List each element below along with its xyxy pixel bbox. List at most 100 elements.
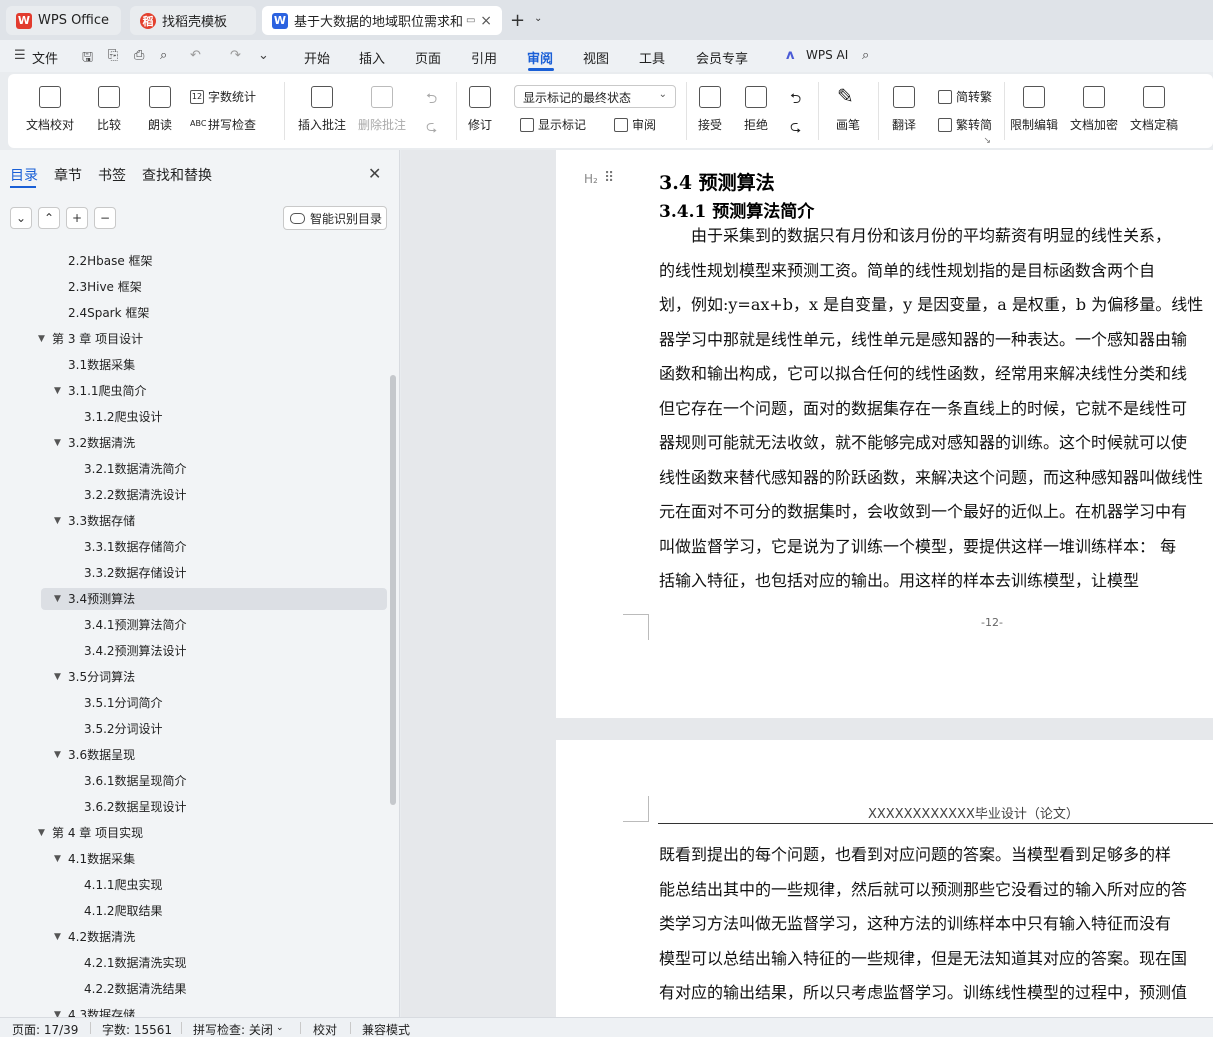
finalize-button[interactable]: 文档定稿 xyxy=(1130,86,1178,133)
toc-item[interactable]: 4.1.2爬取结果 xyxy=(0,900,390,922)
next-comment-icon[interactable]: ⮎ xyxy=(426,116,437,140)
toc-item[interactable]: ▼ 4.3数据存储 xyxy=(0,1004,390,1017)
text-line[interactable]: 既看到提出的每个问题，也看到对应问题的答案。当模型看到足够多的样 xyxy=(659,841,1171,865)
toc-item[interactable]: ▼ 4.2数据清洗 xyxy=(0,926,390,948)
expand-caret-icon[interactable]: ▼ xyxy=(54,380,61,402)
close-pane-icon[interactable]: ✕ xyxy=(368,164,381,183)
monitor-icon[interactable]: ▭ xyxy=(466,15,475,26)
text-line[interactable]: 函数和输出构成，它可以拟合任何的线性函数，经常用来解决线性分类和线 xyxy=(659,360,1187,384)
to-traditional-button[interactable]: 简转繁 xyxy=(938,88,992,105)
menu-member[interactable]: 会员专享 xyxy=(696,48,748,67)
toc-item[interactable]: 2.2Hbase 框架 xyxy=(0,250,390,272)
toc-item[interactable]: ▼ 第 4 章 项目实现 xyxy=(0,822,390,844)
expand-caret-icon[interactable]: ▼ xyxy=(38,328,45,350)
restrict-edit-button[interactable]: 限制编辑 xyxy=(1010,86,1058,133)
redo-icon[interactable]: ↷ xyxy=(230,48,241,63)
toc-item[interactable]: ▼ 3.3数据存储 xyxy=(0,510,390,532)
text-line[interactable]: 括输入特征，也包括对应的输出。用这样的样本去训练模型，让模型 xyxy=(659,567,1139,591)
print-icon[interactable]: ⎙ xyxy=(134,48,144,63)
text-line[interactable]: 的线性规划模型来预测工资。简单的线性规划指的是目标函数含两个自 xyxy=(659,257,1155,281)
tab-wps-office[interactable]: W WPS Office xyxy=(6,6,121,35)
menu-file[interactable]: 文件 xyxy=(32,48,58,67)
toc-item[interactable]: 2.3Hive 框架 xyxy=(0,276,390,298)
status-page[interactable]: 页面: 17/39 xyxy=(12,1021,78,1037)
print-preview-icon[interactable]: ⌕ xyxy=(160,48,167,63)
text-line[interactable]: 元在面对不可分的数据集时，会收敛到一个最好的近似上。在机器学习中有 xyxy=(659,498,1187,522)
new-tab-icon[interactable]: + xyxy=(510,10,525,31)
text-line[interactable]: 能总结出其中的一些规律，然后就可以预测那些它没看过的输入所对应的答 xyxy=(659,876,1187,900)
text-line[interactable]: 划，例如:y=ax+b，x 是自变量，y 是因变量，a 是权重，b 为偏移量。线… xyxy=(659,291,1203,315)
remove-level-icon[interactable]: − xyxy=(94,207,116,229)
compare-button[interactable]: 比较 xyxy=(97,86,121,133)
tab-template[interactable]: 稻 找稻壳模板 xyxy=(130,6,256,35)
collapse-up-icon[interactable]: ⌃ xyxy=(38,207,60,229)
toc-item[interactable]: 3.5.1分词简介 xyxy=(0,692,390,714)
to-simplified-button[interactable]: 繁转简 xyxy=(938,116,992,133)
show-markup-button[interactable]: 显示标记 xyxy=(520,116,586,133)
text-line[interactable]: 线性函数来替代感知器的阶跃函数，来解决这个问题，而这种感知器叫做线性 xyxy=(659,464,1203,488)
text-line[interactable]: 类学习方法叫做无监督学习，这种方法的训练样本中只有输入特征而没有 xyxy=(659,910,1171,934)
text-line[interactable]: 器学习中那就是线性单元，线性单元是感知器的一种表达。一个感知器由输 xyxy=(659,326,1187,350)
menu-tools[interactable]: 工具 xyxy=(639,48,665,67)
tab-find-replace[interactable]: 查找和替换 xyxy=(142,165,212,185)
expand-caret-icon[interactable]: ▼ xyxy=(54,848,61,870)
toc-item[interactable]: 3.3.2数据存储设计 xyxy=(0,562,390,584)
text-line[interactable]: 由于采集到的数据只有月份和该月份的平均薪资有明显的线性关系， xyxy=(659,222,1171,246)
toc-item[interactable]: 2.4Spark 框架 xyxy=(0,302,390,324)
toc-item[interactable]: 3.1数据采集 xyxy=(0,354,390,376)
toc-item[interactable]: 3.2.2数据清洗设计 xyxy=(0,484,390,506)
translate-button[interactable]: 翻译 xyxy=(892,86,916,133)
text-line[interactable]: 有对应的输出结果，所以只考虑监督学习。训练线性模型的过程中，预测值 xyxy=(659,979,1187,1003)
section-heading[interactable]: 3.4 预测算法 xyxy=(659,168,775,195)
read-aloud-button[interactable]: 朗读 xyxy=(148,86,172,133)
expand-caret-icon[interactable]: ▼ xyxy=(54,666,61,688)
doc-check-button[interactable]: 文档校对 xyxy=(26,86,74,133)
menu-home[interactable]: 开始 xyxy=(304,48,330,67)
tab-bookmarks[interactable]: 书签 xyxy=(98,165,126,185)
chevron-down-icon[interactable]: ⌄ xyxy=(276,1023,284,1033)
menu-wps-ai[interactable]: WPS AI xyxy=(806,48,848,62)
toc-item[interactable]: 3.5.2分词设计 xyxy=(0,718,390,740)
expand-caret-icon[interactable]: ▼ xyxy=(54,510,61,532)
hamburger-icon[interactable]: ☰ xyxy=(14,48,26,63)
menu-references[interactable]: 引用 xyxy=(471,48,497,67)
close-tab-icon[interactable]: × xyxy=(480,13,492,29)
text-line[interactable]: 器规则可能就无法收敛，就不能够完成对感知器的训练。这个时候就可以使 xyxy=(659,429,1187,453)
tab-chapters[interactable]: 章节 xyxy=(54,165,82,185)
previous-change-icon[interactable]: ⮌ xyxy=(790,88,801,112)
export-icon[interactable]: ⎘ xyxy=(108,48,118,63)
previous-comment-icon[interactable]: ⮌ xyxy=(426,88,437,112)
revise-button[interactable]: 修订 xyxy=(468,86,492,133)
text-line[interactable]: 但它存在一个问题，面对的数据集存在一条直线上的时候，它就不是线性可 xyxy=(659,395,1187,419)
text-line[interactable]: 叫做监督学习，它是说为了训练一个模型，要提供这样一堆训练样本： 每 xyxy=(659,533,1176,557)
menu-review[interactable]: 审阅 xyxy=(527,48,553,67)
menu-insert[interactable]: 插入 xyxy=(359,48,385,67)
document-page[interactable]: XXXXXXXXXXXX毕业设计（论文） 既看到提出的每个问题，也看到对应问题的… xyxy=(556,740,1213,1017)
toc-item[interactable]: ▼ 3.4预测算法 xyxy=(41,588,387,610)
search-icon[interactable]: ⌕ xyxy=(862,48,869,63)
expand-caret-icon[interactable]: ▼ xyxy=(54,588,61,610)
more-chevron-icon[interactable]: ⌄ xyxy=(258,48,269,63)
expand-caret-icon[interactable]: ▼ xyxy=(38,822,45,844)
expand-caret-icon[interactable]: ▼ xyxy=(54,744,61,766)
status-proofread[interactable]: 校对 xyxy=(313,1021,337,1037)
subsection-heading[interactable]: 3.4.1 预测算法简介 xyxy=(659,197,814,222)
next-change-icon[interactable]: ⮎ xyxy=(790,116,801,140)
reject-button[interactable]: 拒绝 xyxy=(744,86,768,133)
accept-button[interactable]: 接受 xyxy=(698,86,722,133)
toc-item[interactable]: 3.6.1数据呈现简介 xyxy=(0,770,390,792)
status-spell-check[interactable]: 拼写检查: 关闭 xyxy=(193,1021,273,1037)
document-page[interactable]: H₂ ⠿ 3.4 预测算法 3.4.1 预测算法简介 由于采集到的数据只有月份和… xyxy=(556,150,1213,718)
toc-item[interactable]: 3.6.2数据呈现设计 xyxy=(0,796,390,818)
insert-comment-button[interactable]: 插入批注 xyxy=(298,86,346,133)
toc-item[interactable]: 3.2.1数据清洗简介 xyxy=(0,458,390,480)
toc-item[interactable]: 4.1.1爬虫实现 xyxy=(0,874,390,896)
toc-item[interactable]: 3.4.1预测算法简介 xyxy=(0,614,390,636)
save-icon[interactable]: 🖫 xyxy=(82,48,93,70)
delete-comment-button[interactable]: 删除批注 xyxy=(358,86,406,133)
toc-item[interactable]: ▼ 3.5分词算法 xyxy=(0,666,390,688)
expand-caret-icon[interactable]: ▼ xyxy=(54,1004,61,1017)
review-pane-button[interactable]: 审阅 xyxy=(614,116,656,133)
spell-check-button[interactable]: ABC 拼写检查 xyxy=(190,116,256,133)
expand-caret-icon[interactable]: ▼ xyxy=(54,432,61,454)
